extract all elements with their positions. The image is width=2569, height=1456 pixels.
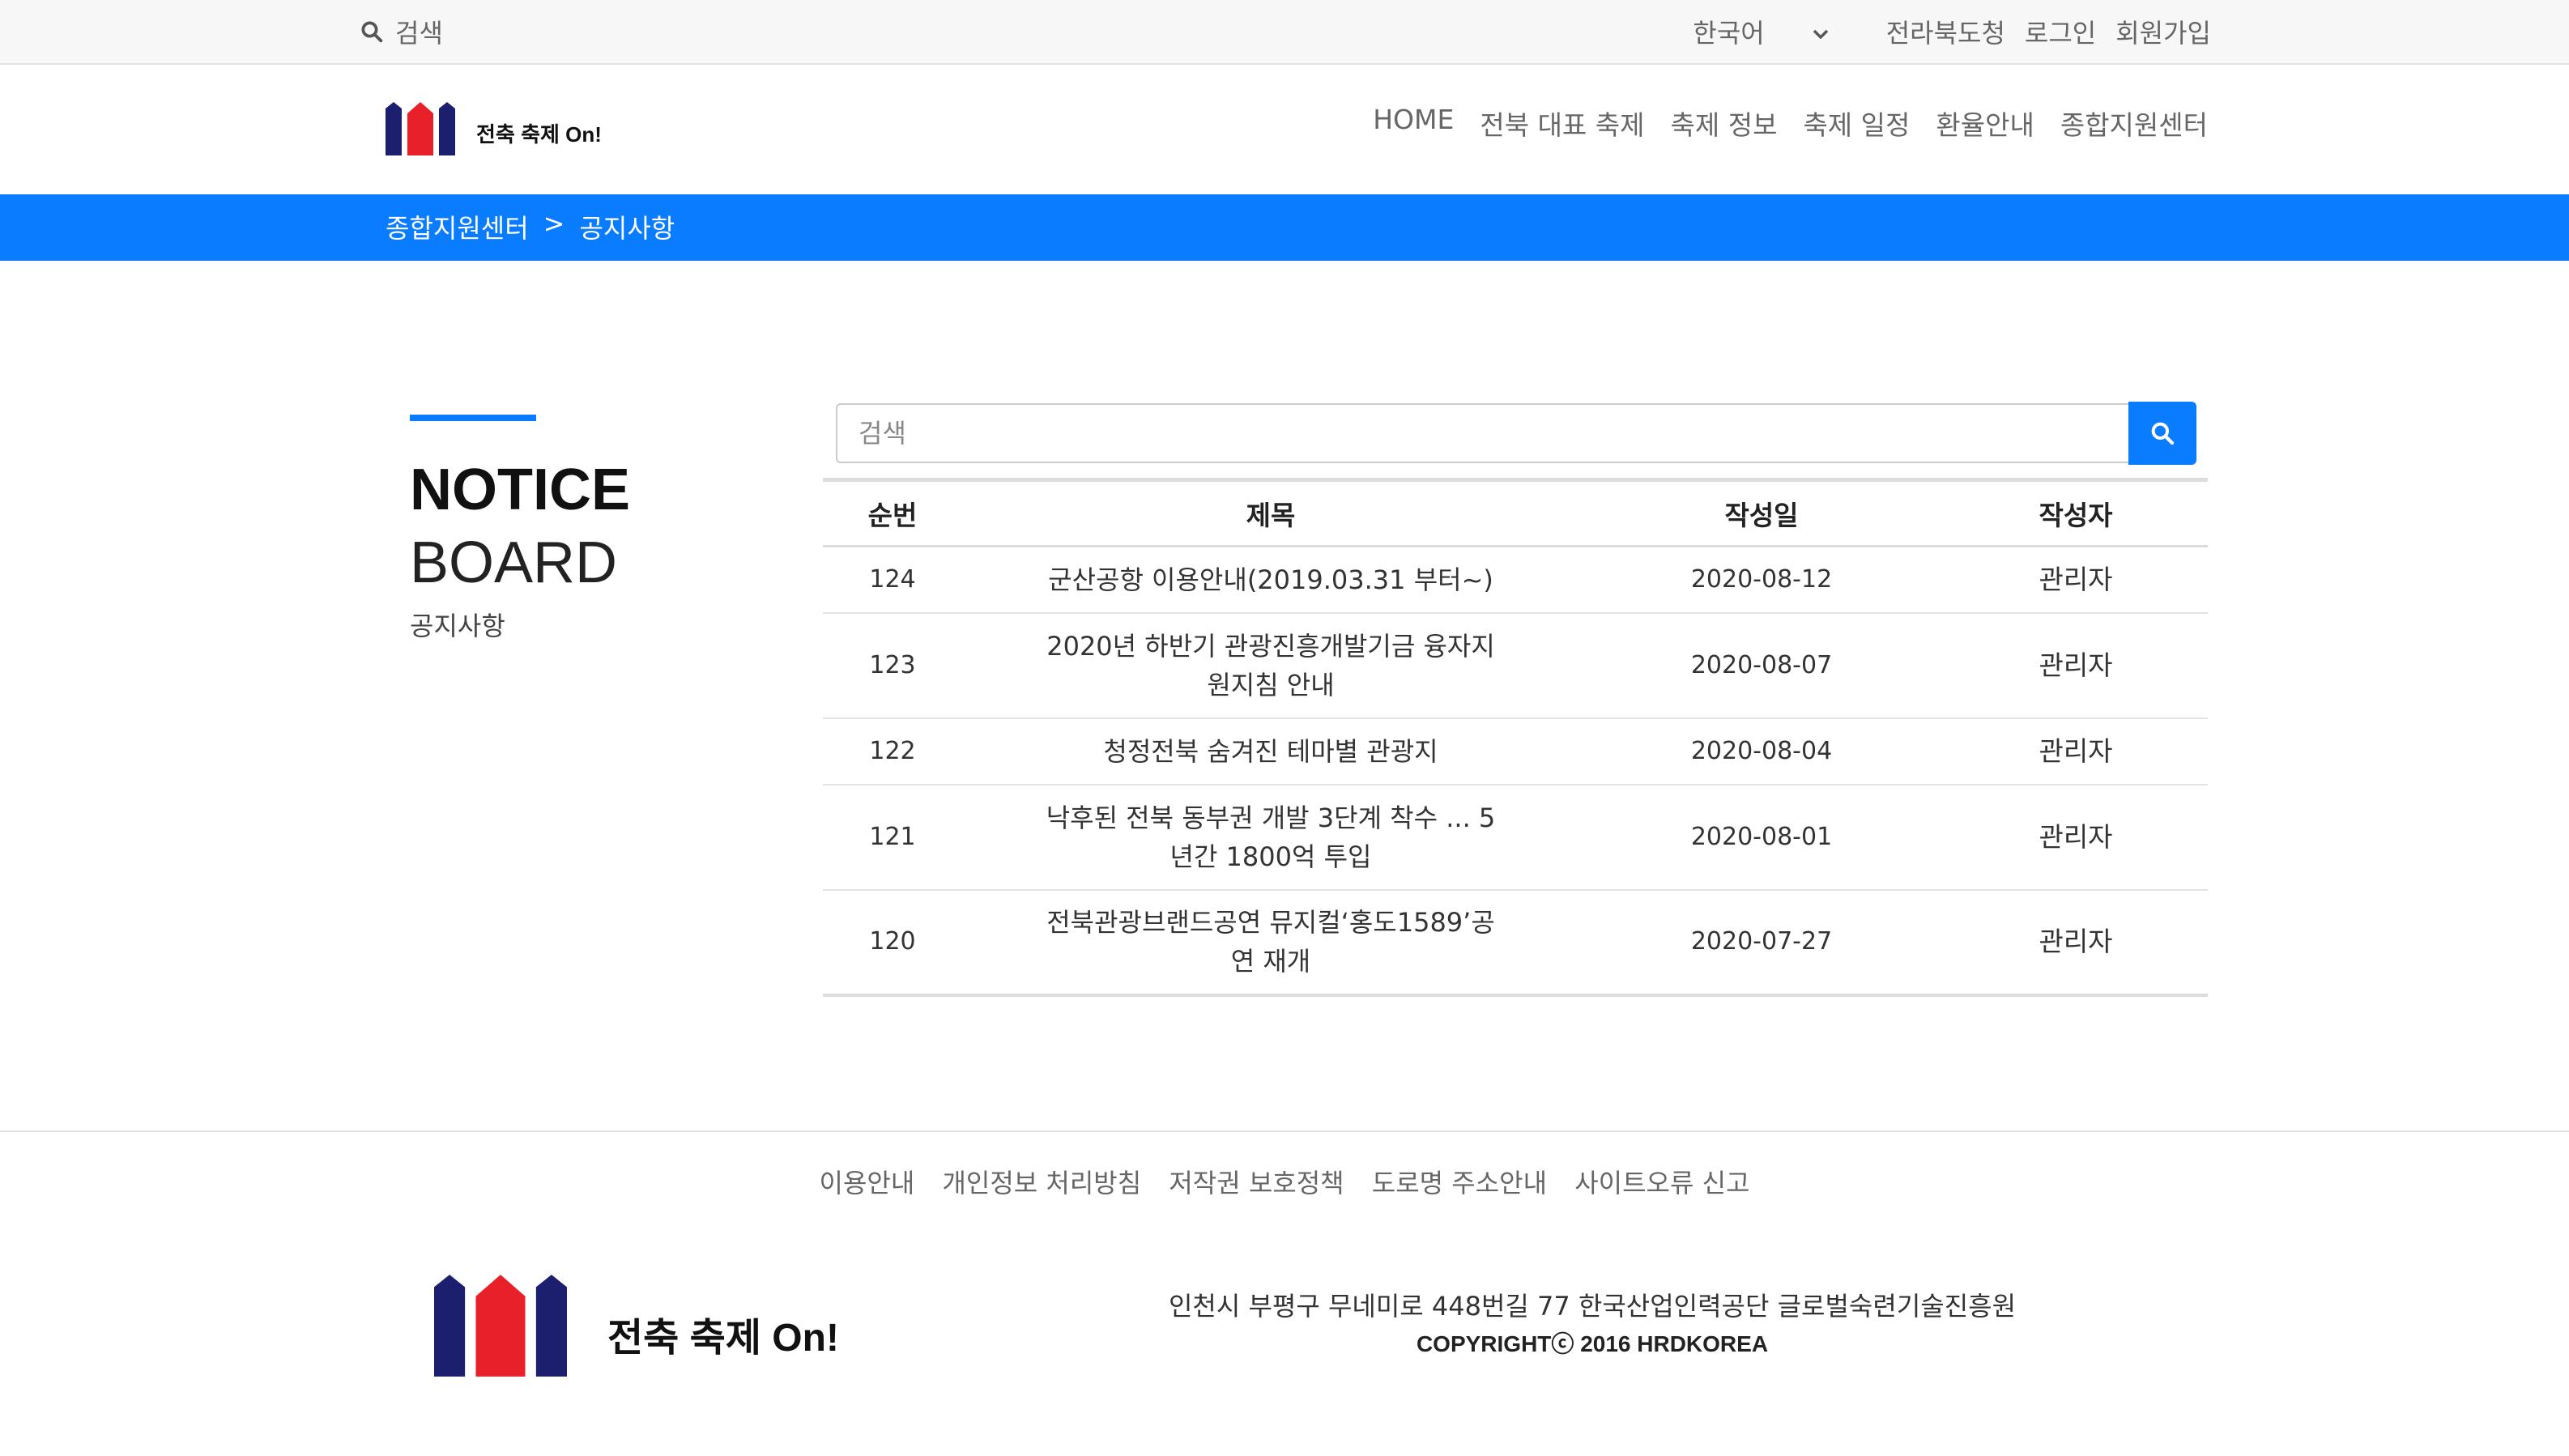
row-number: 122 — [823, 717, 962, 785]
footer-logo-text: 전축 축제 On! — [607, 1317, 839, 1360]
row-date: 2020-08-07 — [1579, 612, 1944, 719]
footer-link-report-error[interactable]: 사이트오류 신고 — [1574, 1168, 1749, 1198]
table-row[interactable]: 121 낙후된 전북 동부권 개발 3단계 착수 ... 5년간 1800억 투… — [823, 784, 2208, 891]
breadcrumb-separator: > — [543, 208, 565, 239]
table-header-row: 순번 제목 작성일 작성자 — [823, 479, 2208, 547]
nav-home[interactable]: HOME — [1373, 104, 1454, 143]
row-author: 관리자 — [1944, 889, 2208, 997]
logo-mark-icon — [434, 1275, 567, 1377]
top-search-label: 검색 — [395, 18, 443, 49]
row-title-link[interactable]: 2020년 하반기 관광진흥개발기금 융자지원지침 안내 — [962, 612, 1579, 719]
nav-festival-info[interactable]: 축제 정보 — [1671, 104, 1778, 143]
footer-link-copyright-policy[interactable]: 저작권 보호정책 — [1169, 1168, 1344, 1198]
table-row[interactable]: 124 군산공항 이용안내(2019.03.31 부터~) 2020-08-12… — [823, 546, 2208, 614]
footer-link-road-address[interactable]: 도로명 주소안내 — [1372, 1168, 1547, 1198]
footer-link-usage-guide[interactable]: 이용안내 — [820, 1168, 915, 1198]
notice-table: 순번 제목 작성일 작성자 124 군산공항 이용안내(2019.03.31 부… — [823, 478, 2208, 997]
site-logo[interactable]: 전축 축제 On! — [386, 102, 602, 155]
board-search-button[interactable] — [2128, 402, 2196, 465]
breadcrumb-parent[interactable]: 종합지원센터 — [386, 208, 529, 245]
nav-support-center[interactable]: 종합지원센터 — [2060, 104, 2208, 143]
footer-links: 이용안내 개인정보 처리방침 저작권 보호정책 도로명 주소안내 사이트오류 신… — [0, 1163, 2569, 1200]
top-utility-bar: 검색 한국어 전라북도청 로그인 회원가입 — [0, 0, 2569, 65]
nav-exchange-rate[interactable]: 환율안내 — [1936, 104, 2034, 143]
column-header-date: 작성일 — [1724, 500, 1799, 531]
row-title-link[interactable]: 전북관광브랜드공연 뮤지컬‘홍도1589’공연 재개 — [962, 889, 1579, 997]
nav-representative-festivals[interactable]: 전북 대표 축제 — [1480, 104, 1644, 143]
row-title-link[interactable]: 낙후된 전북 동부권 개발 3단계 착수 ... 5년간 1800억 투입 — [962, 784, 1579, 891]
row-title-link[interactable]: 청정전북 숨겨진 테마별 관광지 — [962, 717, 1579, 785]
board-search-input[interactable] — [836, 403, 2130, 463]
language-select[interactable]: 한국어 — [1693, 13, 1829, 50]
row-author: 관리자 — [1944, 612, 2208, 719]
row-date: 2020-07-27 — [1579, 889, 1944, 997]
search-icon — [361, 21, 383, 43]
breadcrumb-bar: 종합지원센터 > 공지사항 — [0, 194, 2569, 261]
chevron-down-icon — [1812, 16, 1830, 47]
logo-mark-icon — [386, 102, 455, 155]
page-subtitle: 공지사항 — [410, 611, 505, 641]
search-icon — [2151, 422, 2175, 445]
row-number: 123 — [823, 612, 962, 719]
row-date: 2020-08-01 — [1579, 784, 1944, 891]
footer-logo: 전축 축제 On! — [434, 1275, 839, 1377]
row-author: 관리자 — [1944, 717, 2208, 785]
column-header-number: 순번 — [867, 500, 918, 531]
column-header-author: 작성자 — [2039, 500, 2113, 531]
top-search[interactable]: 검색 — [360, 11, 443, 52]
page-title-board: BOARD — [410, 530, 618, 595]
row-number: 121 — [823, 784, 962, 891]
footer-link-privacy-policy[interactable]: 개인정보 처리방침 — [942, 1168, 1141, 1198]
logo-text: 전축 축제 On! — [476, 121, 602, 147]
nav-festival-schedule[interactable]: 축제 일정 — [1803, 104, 1910, 143]
row-author: 관리자 — [1944, 546, 2208, 614]
footer-address: 인천시 부평구 무네미로 448번길 77 한국산업인력공단 글로벌숙련기술진흥… — [1168, 1291, 2017, 1322]
column-header-title: 제목 — [1246, 500, 1296, 531]
row-number: 124 — [823, 546, 962, 614]
site-header: 전축 축제 On! HOME 전북 대표 축제 축제 정보 축제 일정 환율안내… — [0, 65, 2569, 194]
row-number: 120 — [823, 889, 962, 997]
row-date: 2020-08-12 — [1579, 546, 1944, 614]
signup-link[interactable]: 회원가입 — [2115, 13, 2211, 50]
page-title-block: NOTICE BOARD 공지사항 — [410, 415, 630, 643]
row-author: 관리자 — [1944, 784, 2208, 891]
table-row[interactable]: 123 2020년 하반기 관광진흥개발기금 융자지원지침 안내 2020-08… — [823, 612, 2208, 719]
login-link[interactable]: 로그인 — [2025, 13, 2096, 50]
main-nav: HOME 전북 대표 축제 축제 정보 축제 일정 환율안내 종합지원센터 — [1347, 104, 2208, 143]
language-label: 한국어 — [1693, 18, 1765, 49]
row-date: 2020-08-04 — [1579, 717, 1944, 785]
title-accent-line — [410, 415, 536, 421]
footer-copyright: COPYRIGHTⓒ 2016 HRDKOREA — [1416, 1331, 1769, 1356]
link-jeonbuk-province[interactable]: 전라북도청 — [1886, 13, 2005, 50]
row-title-link[interactable]: 군산공항 이용안내(2019.03.31 부터~) — [962, 546, 1579, 614]
breadcrumb: 종합지원센터 > 공지사항 — [386, 208, 675, 245]
table-row[interactable]: 122 청정전북 숨겨진 테마별 관광지 2020-08-04 관리자 — [823, 717, 2208, 785]
board-search — [836, 402, 2196, 465]
page-title-notice: NOTICE — [410, 458, 631, 522]
breadcrumb-current: 공지사항 — [579, 213, 675, 244]
table-row[interactable]: 120 전북관광브랜드공연 뮤지컬‘홍도1589’공연 재개 2020-07-2… — [823, 889, 2208, 997]
site-footer: 이용안내 개인정보 처리방침 저작권 보호정책 도로명 주소안내 사이트오류 신… — [0, 1130, 2569, 1456]
